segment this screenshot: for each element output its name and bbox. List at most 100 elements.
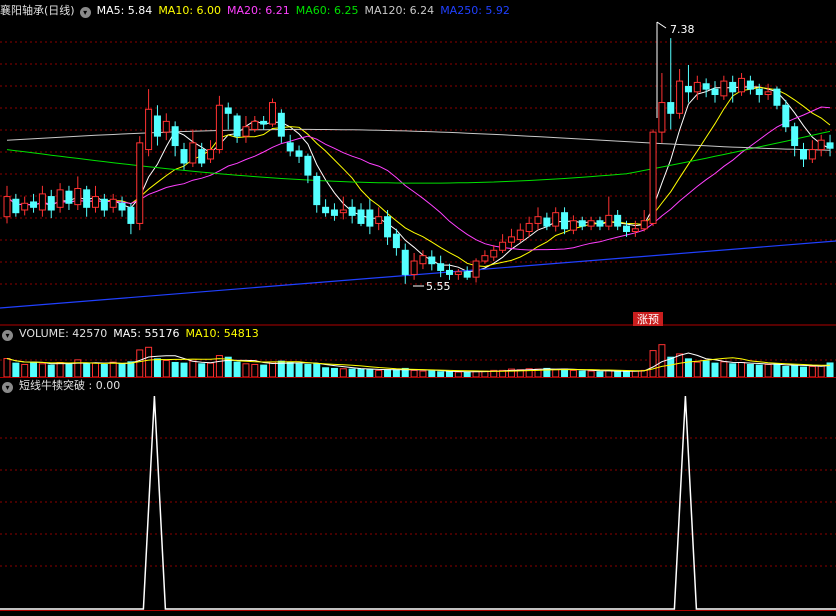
ma-legend-item: MA250: 5.92 <box>440 4 510 17</box>
candle-down <box>118 202 126 211</box>
volume-bar <box>286 361 294 378</box>
volume-bar <box>136 349 144 378</box>
candle-down <box>233 115 241 137</box>
volume-bar <box>233 361 241 378</box>
candle-up <box>720 80 728 97</box>
volume-bars[interactable] <box>3 344 834 378</box>
candle-down <box>198 149 206 164</box>
volume-bar <box>65 363 73 378</box>
volume-bar <box>384 369 392 378</box>
volume-bar <box>145 346 153 378</box>
candle-down <box>800 149 807 160</box>
candle-up <box>658 102 666 133</box>
candle-up <box>569 220 577 231</box>
candle-up <box>490 249 498 258</box>
volume-bar <box>729 363 737 378</box>
indicator-panel-header: ▾ 短线牛犊突破 : 0.00 <box>0 378 126 394</box>
candle-up <box>552 212 560 227</box>
candle-down <box>286 142 294 152</box>
volume-bar <box>339 368 347 378</box>
ma60-line <box>6 130 831 184</box>
candle-down <box>463 271 471 278</box>
volume-bar <box>330 367 338 378</box>
high-marker-arrow <box>656 21 667 29</box>
volume-bar <box>410 369 418 378</box>
candle-up <box>207 149 215 160</box>
candle-down <box>428 256 436 265</box>
volume-bar <box>755 364 763 378</box>
low-label: 5.55 <box>426 280 451 293</box>
volume-bar <box>746 363 754 378</box>
volume-bar <box>127 361 135 378</box>
volume-bar <box>764 363 772 378</box>
high-label: 7.38 <box>670 23 695 36</box>
collapse-toggle-icon[interactable]: ▾ <box>79 7 91 18</box>
candle-down <box>667 102 675 114</box>
candle-down <box>83 189 91 208</box>
volume-bar <box>171 361 179 378</box>
volume-bar <box>437 371 445 378</box>
candle-up <box>136 142 144 224</box>
volume-bar <box>38 363 46 378</box>
candle-down <box>277 112 285 137</box>
volume-bar <box>711 362 719 378</box>
candle-up <box>507 236 515 243</box>
candle-up <box>481 255 489 262</box>
volume-bar <box>454 371 462 378</box>
candle-up <box>472 260 480 278</box>
chart-canvas[interactable]: 7.38 5.55 涨预 <box>0 0 836 616</box>
volume-bar <box>738 361 746 378</box>
ma-legend-item: MA20: 6.21 <box>227 4 290 17</box>
candlestick-series[interactable] <box>3 38 834 284</box>
stock-chart-window[interactable]: 7.38 5.55 涨预 襄阳轴承(日线) ▾ MA5: 5.84 MA10: 6.0… <box>0 0 836 616</box>
volume-bar <box>578 370 586 378</box>
candle-up <box>764 91 772 96</box>
volume-ma5-label: MA5: 55176 <box>113 327 180 340</box>
collapse-toggle-icon[interactable]: ▾ <box>2 382 13 393</box>
candle-down <box>260 120 268 125</box>
collapse-toggle-icon[interactable]: ▾ <box>2 330 13 341</box>
volume-bar <box>614 370 622 378</box>
volume-bar <box>153 358 161 378</box>
candle-up <box>587 220 595 227</box>
stock-name[interactable]: 襄阳轴承(日线) <box>0 4 75 17</box>
candle-down <box>684 85 692 93</box>
candle-up <box>21 202 29 211</box>
volume-bar <box>419 370 427 378</box>
candle-up <box>631 228 639 232</box>
volume-bar <box>676 353 684 378</box>
volume-bar <box>3 358 11 378</box>
candle-up <box>242 126 250 137</box>
volume-bar <box>366 369 374 378</box>
volume-bar <box>251 363 259 378</box>
candle-down <box>180 149 188 164</box>
ma-legend-item: MA60: 6.25 <box>295 4 359 17</box>
candle-up <box>534 216 542 224</box>
candle-down <box>304 155 312 176</box>
candle-down <box>782 104 790 128</box>
candle-up <box>454 271 462 275</box>
volume-bar <box>808 365 816 378</box>
candle-up <box>808 149 816 160</box>
candle-down <box>614 214 622 227</box>
candle-down <box>791 126 799 147</box>
volume-bar <box>348 368 356 378</box>
candle-down <box>366 209 374 227</box>
volume-bar <box>21 363 29 378</box>
volume-bar <box>198 363 206 378</box>
volume-bar <box>304 363 312 378</box>
volume-bar <box>162 360 170 378</box>
volume-bar <box>180 362 188 378</box>
volume-bar <box>313 363 321 378</box>
volume-bar <box>207 362 215 378</box>
candle-up <box>375 216 383 224</box>
candle-up <box>516 229 524 241</box>
volume-bar <box>782 365 790 378</box>
ma-legend-item: MA10: 6.00 <box>158 4 222 17</box>
candle-up <box>419 255 427 265</box>
forecast-tag[interactable]: 涨预 <box>637 313 659 326</box>
volume-bar <box>463 371 471 378</box>
candle-up <box>269 102 276 125</box>
candle-down <box>171 126 179 147</box>
candle-down <box>295 150 303 157</box>
